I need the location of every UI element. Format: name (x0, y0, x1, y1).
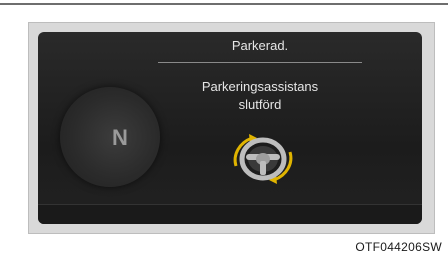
message-line-2: slutförd (238, 97, 282, 112)
top-rule (0, 3, 448, 5)
bottom-strip (38, 204, 422, 224)
status-message: Parkeringsassistans slutförd (150, 78, 370, 114)
gear-indicator: N (112, 125, 128, 150)
status-title: Parkerad. (231, 38, 289, 53)
steering-wheel-icon (233, 134, 293, 184)
message-panel: Parkerad. Parkeringsassistans slutförd (150, 32, 370, 224)
message-line-1: Parkeringsassistans (201, 79, 319, 94)
cluster-display: N Parkerad. Parkeringsassistans slutförd (38, 32, 422, 224)
figure-caption: OTF044206SW (355, 240, 442, 254)
divider (158, 62, 362, 63)
